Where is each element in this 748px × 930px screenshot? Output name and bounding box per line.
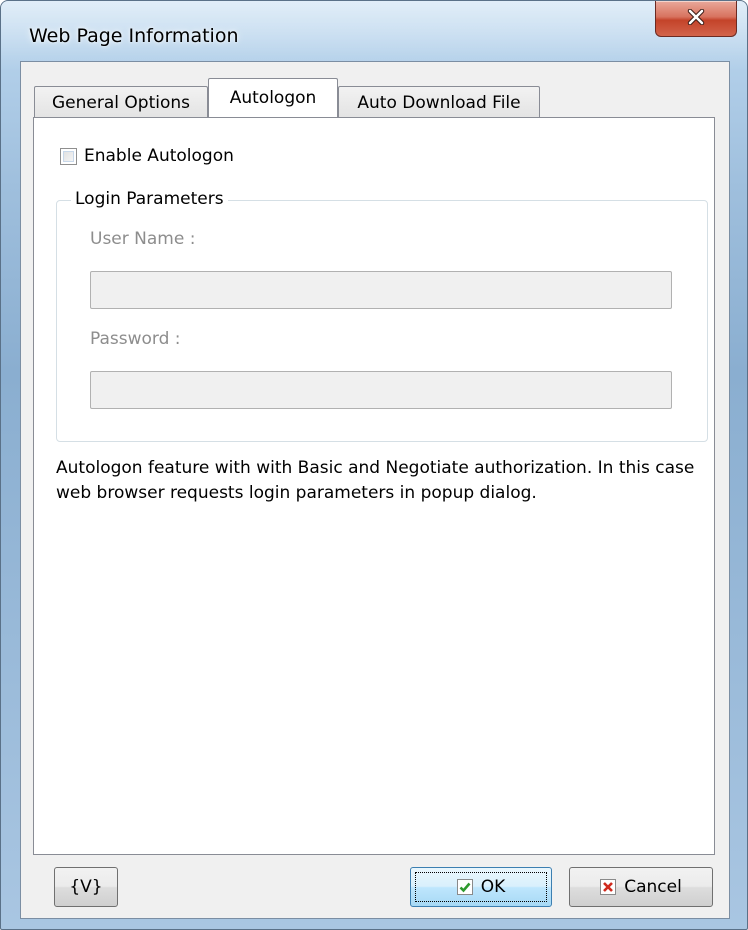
cancel-button-label: Cancel	[624, 877, 682, 897]
tab-autologon[interactable]: Autologon	[208, 78, 338, 117]
variables-button[interactable]: {V}	[54, 867, 118, 907]
x-icon	[600, 879, 617, 895]
ok-button[interactable]: OK	[410, 867, 552, 907]
dialog-window: Web Page Information General Options Aut…	[0, 0, 748, 930]
tab-label: Autologon	[229, 88, 317, 108]
cancel-button[interactable]: Cancel	[569, 867, 713, 907]
enable-autologon-label[interactable]: Enable Autologon	[84, 146, 234, 166]
window-title: Web Page Information	[29, 25, 239, 47]
dialog-client-area: General Options Autologon Auto Download …	[20, 61, 730, 919]
user-name-field[interactable]	[90, 271, 672, 309]
ok-focus-ring	[415, 872, 547, 902]
enable-autologon-checkbox[interactable]	[60, 147, 77, 165]
password-label: Password :	[90, 329, 181, 349]
variables-button-label: {V}	[69, 877, 103, 897]
login-parameters-group: Login Parameters User Name : Password :	[56, 189, 708, 442]
close-icon	[687, 8, 705, 29]
close-button[interactable]	[655, 1, 737, 37]
login-parameters-title: Login Parameters	[71, 189, 228, 209]
autologon-tab-panel: Enable Autologon Login Parameters User N…	[33, 117, 715, 855]
enable-autologon-checkbox-row[interactable]: Enable Autologon	[60, 146, 234, 166]
tab-auto-download-file[interactable]: Auto Download File	[338, 86, 540, 118]
tab-label: Auto Download File	[357, 92, 521, 113]
tab-general-options[interactable]: General Options	[34, 86, 208, 118]
user-name-label: User Name :	[90, 229, 196, 249]
password-field[interactable]	[90, 371, 672, 409]
autologon-description: Autologon feature with with Basic and Ne…	[56, 458, 695, 503]
tab-label: General Options	[52, 92, 190, 113]
